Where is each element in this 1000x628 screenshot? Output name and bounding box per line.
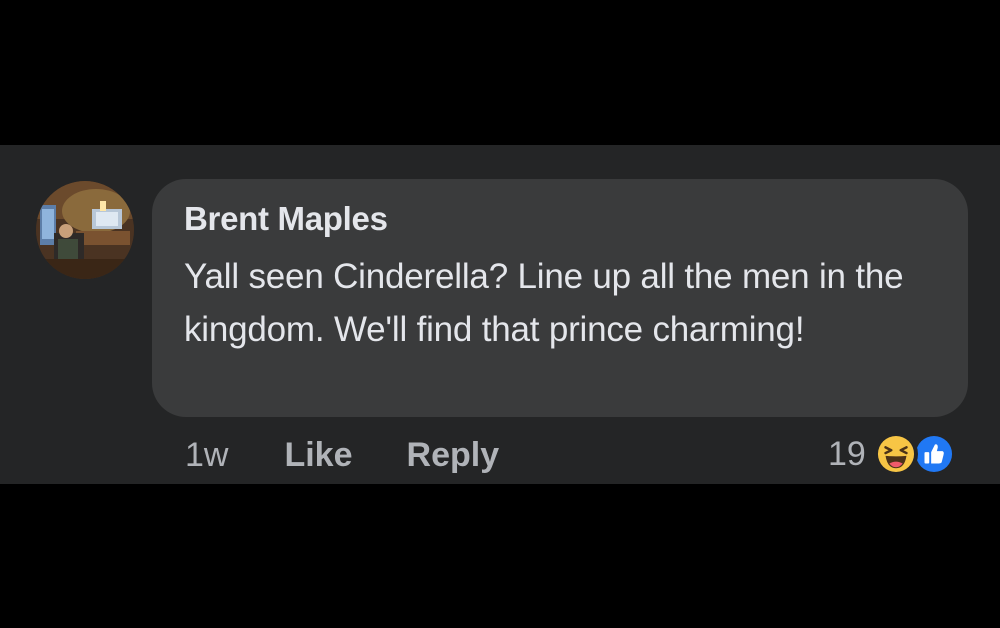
comment-bubble: Brent Maples Yall seen Cinderella? Line … bbox=[152, 179, 968, 417]
reaction-count: 19 bbox=[828, 434, 866, 473]
comment-timestamp[interactable]: 1w bbox=[185, 436, 228, 475]
comment-actions: 1w Like Reply bbox=[185, 433, 553, 477]
profile-photo bbox=[36, 181, 134, 279]
haha-icon bbox=[873, 432, 918, 476]
like-icon bbox=[911, 432, 956, 476]
reaction-summary[interactable]: 19 bbox=[828, 431, 956, 477]
comment-author[interactable]: Brent Maples bbox=[184, 199, 938, 239]
avatar[interactable] bbox=[36, 181, 134, 279]
comment-text: Yall seen Cinderella? Line up all the me… bbox=[184, 257, 904, 349]
comment-panel: Brent Maples Yall seen Cinderella? Line … bbox=[0, 145, 1000, 484]
like-button[interactable]: Like bbox=[284, 436, 352, 475]
reply-button[interactable]: Reply bbox=[407, 436, 500, 475]
